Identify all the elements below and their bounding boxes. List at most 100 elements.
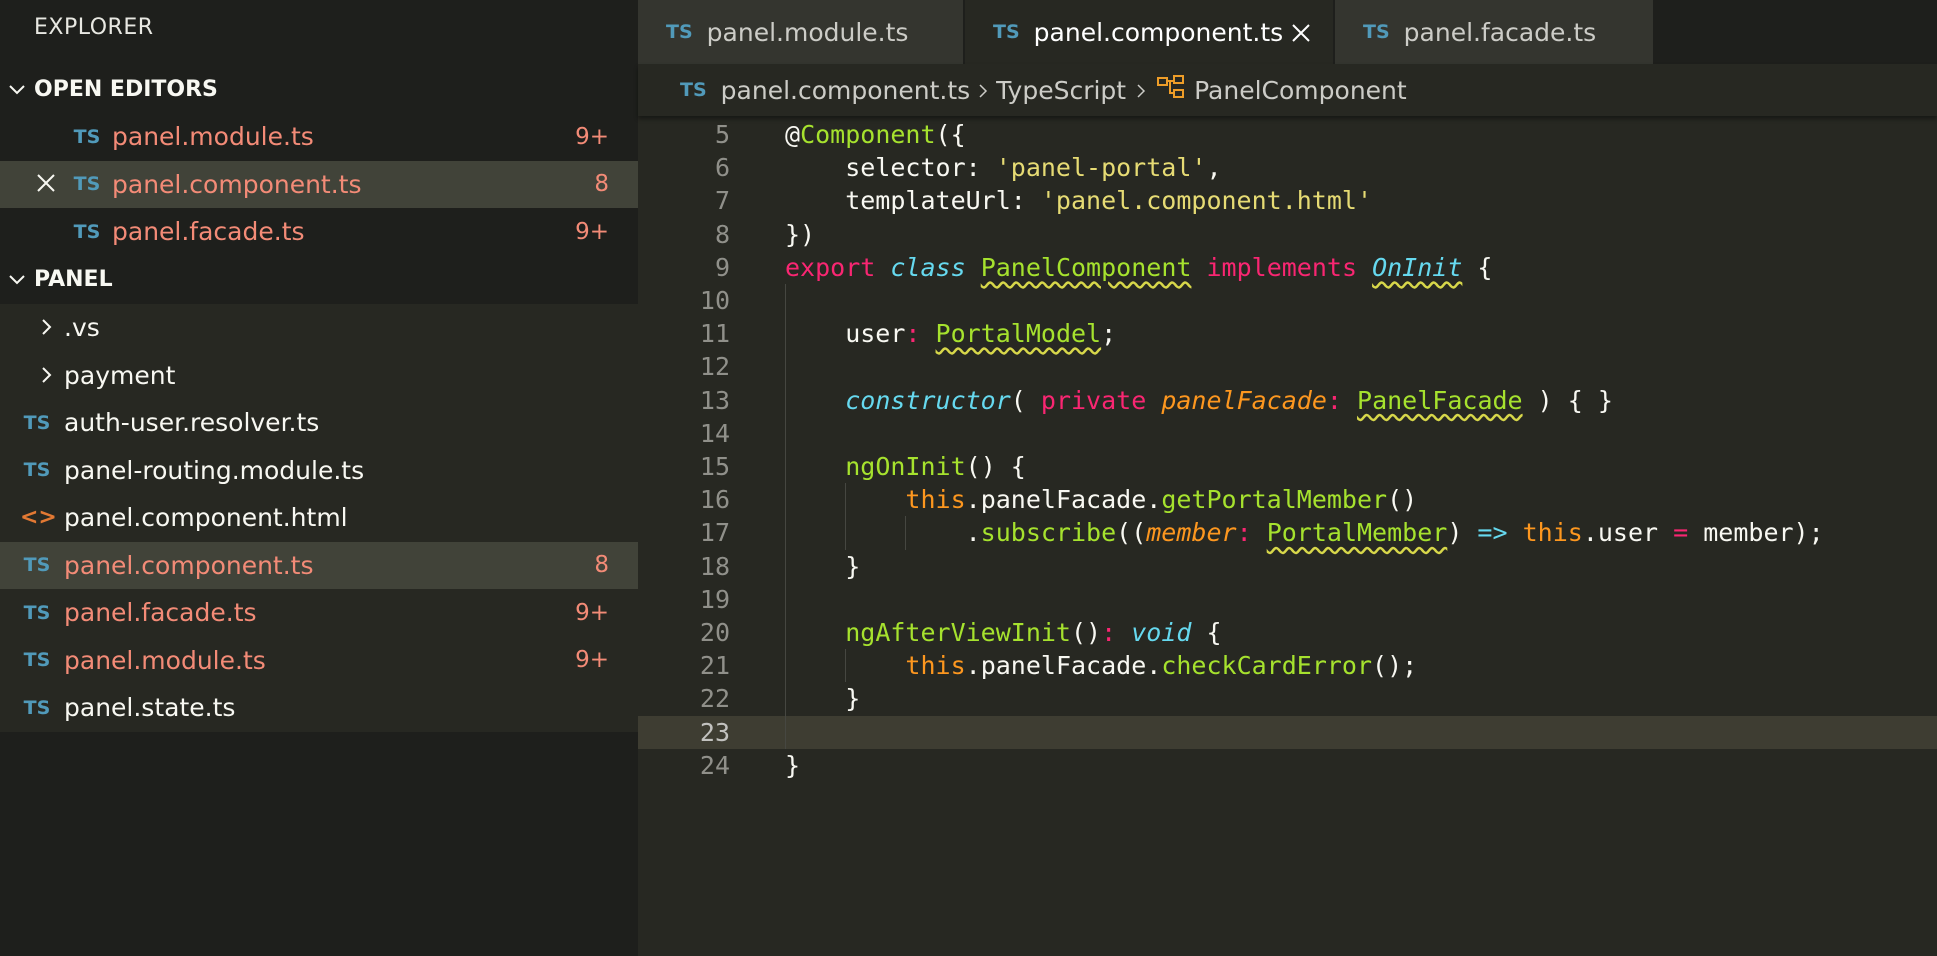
code-line[interactable]: 10 bbox=[638, 284, 1937, 317]
typescript-icon: TS bbox=[23, 411, 51, 434]
line-number: 18 bbox=[699, 551, 730, 581]
code-token: => bbox=[1477, 518, 1508, 548]
code-token: Component bbox=[800, 120, 936, 149]
line-number: 19 bbox=[699, 584, 730, 614]
code-line[interactable]: 5 @Component({ bbox=[638, 118, 1937, 151]
code-text: .subscribe((member: PortalMember) => thi… bbox=[785, 516, 1824, 549]
code-line[interactable]: 19 bbox=[638, 583, 1937, 616]
code-token: member); bbox=[1688, 518, 1824, 548]
code-token: (( bbox=[1116, 518, 1147, 548]
tab-label: panel.facade.ts bbox=[1403, 17, 1597, 47]
chevron-right-icon bbox=[30, 361, 64, 390]
code-text: } bbox=[785, 550, 860, 583]
code-token: () bbox=[1387, 485, 1418, 515]
code-text: } bbox=[785, 682, 860, 715]
code-line[interactable]: 17 .subscribe((member: PortalMember) => … bbox=[638, 516, 1937, 549]
code-token: panelFacade bbox=[1161, 385, 1327, 415]
typescript-icon: TS bbox=[993, 21, 1020, 43]
close-icon[interactable] bbox=[1291, 20, 1311, 49]
code-line[interactable]: 12 bbox=[638, 350, 1937, 383]
code-line[interactable]: 11 user: PortalModel; bbox=[638, 317, 1937, 350]
problem-count-badge: 9+ bbox=[575, 647, 609, 674]
open-editors-header[interactable]: OPEN EDITORS bbox=[0, 66, 638, 113]
tab-panel-component[interactable]: TS panel.component.ts bbox=[965, 0, 1333, 64]
breadcrumb-language[interactable]: TypeScript bbox=[996, 76, 1126, 105]
code-token: getPortalMember bbox=[1161, 485, 1388, 515]
folder-item[interactable]: payment bbox=[0, 352, 638, 400]
line-number: 21 bbox=[699, 651, 730, 681]
code-text: } bbox=[785, 749, 800, 782]
code-token: } bbox=[785, 684, 861, 714]
code-line[interactable]: 7 templateUrl: 'panel.component.html' bbox=[638, 184, 1937, 217]
typescript-icon: TS bbox=[1363, 21, 1390, 43]
code-line[interactable]: 9 export class PanelComponent implements … bbox=[638, 251, 1937, 284]
breadcrumb-file[interactable]: panel.component.ts bbox=[721, 76, 971, 105]
code-line[interactable]: 21 this.panelFacade.checkCardError(); bbox=[638, 649, 1937, 682]
open-editor-item[interactable]: TS panel.module.ts 9+ bbox=[0, 113, 638, 161]
file-item[interactable]: TS panel.module.ts 9+ bbox=[0, 637, 638, 685]
code-token: this bbox=[905, 485, 966, 515]
file-item-active[interactable]: TS panel.component.ts 8 bbox=[0, 541, 638, 589]
file-item[interactable]: <> panel.component.html bbox=[0, 494, 638, 542]
typescript-icon: TS bbox=[23, 554, 51, 577]
code-token: member bbox=[1146, 518, 1237, 548]
folder-item[interactable]: .vs bbox=[0, 304, 638, 352]
typescript-icon: TS bbox=[73, 173, 101, 196]
chevron-right-icon bbox=[978, 76, 988, 105]
html-file-icon: <> bbox=[20, 505, 57, 531]
code-line[interactable]: 24} bbox=[638, 749, 1937, 782]
code-token: void bbox=[1131, 618, 1192, 647]
file-item[interactable]: TS panel-routing.module.ts bbox=[0, 447, 638, 495]
code-token: selector: bbox=[785, 153, 996, 183]
code-line[interactable]: 23 bbox=[638, 715, 1937, 749]
code-line[interactable]: 14 bbox=[638, 417, 1937, 450]
open-editor-item-active[interactable]: TS panel.component.ts 8 bbox=[0, 160, 638, 208]
typescript-icon: TS bbox=[73, 220, 101, 243]
file-item[interactable]: TS panel.facade.ts 9+ bbox=[0, 589, 638, 637]
code-token: PortalModel bbox=[935, 319, 1102, 349]
chevron-down-icon bbox=[0, 84, 34, 96]
tab-panel-module[interactable]: TS panel.module.ts bbox=[638, 0, 963, 64]
panel-folder-header[interactable]: PANEL bbox=[0, 256, 638, 303]
open-editor-item[interactable]: TS panel.facade.ts 9+ bbox=[0, 208, 638, 256]
file-tree: .vs payment TS auth-user.resolver.ts TS … bbox=[0, 304, 638, 732]
code-token: implements bbox=[1206, 252, 1357, 282]
code-text: export class PanelComponent implements O… bbox=[785, 251, 1492, 284]
code-token: private bbox=[1040, 385, 1147, 415]
code-line[interactable]: 18 } bbox=[638, 550, 1937, 583]
typescript-icon: TS bbox=[73, 125, 101, 148]
explorer-sidebar: EXPLORER OPEN EDITORS TS panel.module.ts… bbox=[0, 0, 638, 956]
code-line[interactable]: 6 selector: 'panel-portal', bbox=[638, 151, 1937, 184]
code-token: export bbox=[785, 252, 876, 282]
code-line[interactable]: 20 ngAfterViewInit(): void { bbox=[638, 616, 1937, 649]
code-text: templateUrl: 'panel.component.html' bbox=[785, 184, 1372, 217]
code-token: ) bbox=[1447, 518, 1478, 548]
code-line[interactable]: 22 } bbox=[638, 682, 1937, 715]
typescript-icon: TS bbox=[23, 601, 51, 624]
code-token: ( bbox=[1010, 385, 1041, 415]
code-token: } bbox=[785, 551, 861, 581]
file-item[interactable]: TS auth-user.resolver.ts bbox=[0, 399, 638, 447]
code-token: 'panel.component.html' bbox=[1040, 186, 1373, 216]
code-line[interactable]: 8}) bbox=[638, 218, 1937, 251]
file-name: panel.component.html bbox=[64, 503, 348, 533]
code-token: ngAfterViewInit bbox=[845, 618, 1071, 647]
line-number: 6 bbox=[714, 153, 730, 183]
breadcrumb-symbol[interactable]: PanelComponent bbox=[1194, 76, 1407, 105]
tab-panel-facade[interactable]: TS panel.facade.ts bbox=[1335, 0, 1653, 64]
open-editor-filename: panel.facade.ts bbox=[112, 217, 305, 247]
code-line[interactable]: 15 ngOnInit() { bbox=[638, 450, 1937, 483]
problem-count-badge: 9+ bbox=[575, 599, 609, 626]
code-token: { bbox=[1462, 252, 1493, 282]
code-line[interactable]: 13 constructor( private panelFacade: Pan… bbox=[638, 384, 1937, 417]
breadcrumb: TS panel.component.ts TypeScript PanelCo… bbox=[638, 64, 1937, 116]
code-line[interactable]: 16 this.panelFacade.getPortalMember() bbox=[638, 483, 1937, 516]
code-editor[interactable]: 5 @Component({6 selector: 'panel-portal',… bbox=[638, 118, 1937, 956]
close-icon[interactable] bbox=[36, 170, 56, 199]
file-item[interactable]: TS panel.state.ts bbox=[0, 684, 638, 732]
code-token: .user bbox=[1582, 518, 1674, 548]
